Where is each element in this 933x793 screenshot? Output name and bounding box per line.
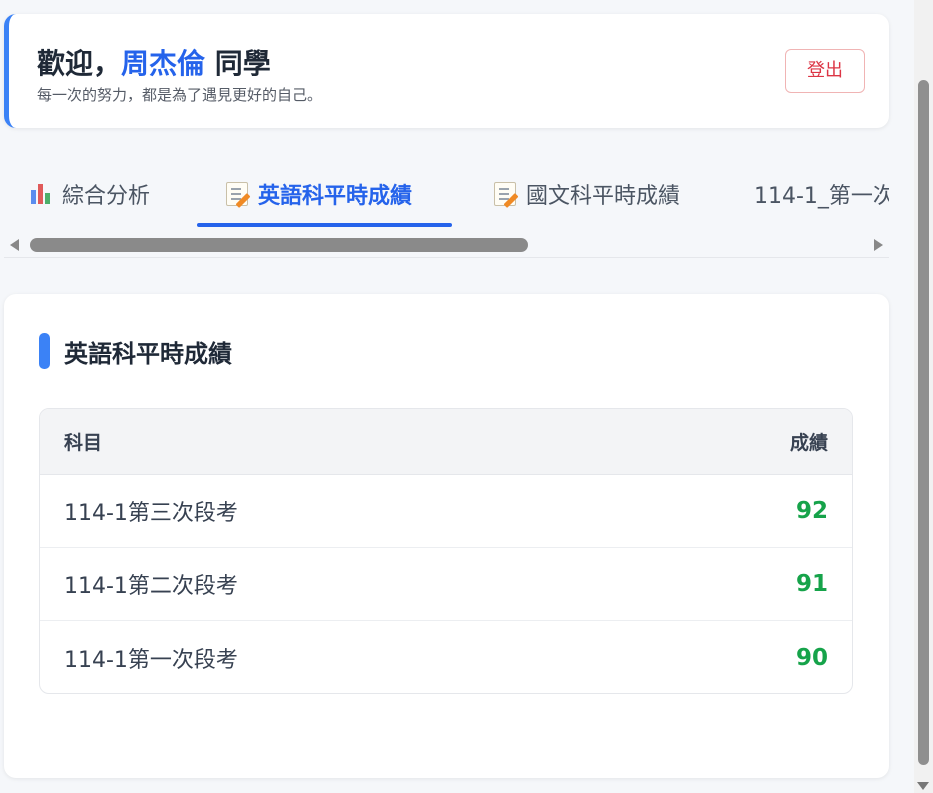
tab-label: 綜合分析 [62, 184, 151, 209]
memo-icon [494, 182, 516, 206]
tab-label: 114-1_第一次 [754, 184, 889, 209]
tab-bar: 綜合分析 英語科平時成績 國文科平時成績 114-1_第一次 [4, 160, 889, 258]
score-column-header: 成績 [789, 432, 828, 454]
tab-english-grades[interactable]: 英語科平時成績 [226, 160, 412, 228]
tab-overview[interactable]: 綜合分析 [30, 160, 150, 228]
row-subject: 114-1第二次段考 [64, 574, 238, 599]
grades-card: 英語科平時成績 科目 成績 114-1第三次段考 92 114-1第二次段考 9… [4, 294, 889, 778]
row-score: 92 [795, 498, 828, 524]
table-row: 114-1第二次段考 91 [40, 548, 852, 621]
grades-table: 科目 成績 114-1第三次段考 92 114-1第二次段考 91 114-1第… [39, 408, 853, 694]
row-subject: 114-1第三次段考 [64, 501, 238, 526]
active-tab-indicator [197, 223, 452, 227]
motto-text: 每一次的努力，都是為了遇見更好的自己。 [37, 86, 323, 104]
tabs-divider [4, 257, 889, 258]
subject-column-header: 科目 [64, 432, 103, 454]
table-header: 科目 成績 [40, 409, 852, 475]
table-row: 114-1第三次段考 92 [40, 475, 852, 548]
table-row: 114-1第一次段考 90 [40, 621, 852, 693]
welcome-heading: 歡迎，周杰倫 同學 [37, 42, 271, 82]
tab-scrollbar[interactable] [4, 236, 889, 254]
row-subject: 114-1第一次段考 [64, 647, 238, 673]
page-scrollbar[interactable] [914, 0, 933, 793]
welcome-card: 歡迎，周杰倫 同學 每一次的努力，都是為了遇見更好的自己。 登出 [4, 14, 889, 128]
bar-chart-icon [30, 182, 52, 206]
scroll-right-icon[interactable] [874, 239, 883, 251]
tab-label: 英語科平時成績 [258, 184, 413, 209]
page-scroll-thumb[interactable] [918, 80, 929, 765]
row-score: 91 [795, 571, 828, 597]
section-accent-bar [39, 333, 50, 369]
scroll-down-icon[interactable] [917, 782, 929, 790]
memo-icon [226, 182, 248, 206]
tab-scroll-thumb[interactable] [30, 238, 528, 252]
section-title: 英語科平時成績 [64, 340, 232, 368]
scroll-left-icon[interactable] [10, 239, 19, 251]
row-score: 90 [795, 644, 828, 671]
student-name: 周杰倫 [121, 47, 206, 80]
welcome-prefix: 歡迎， [37, 47, 122, 80]
tab-exam-1[interactable]: 114-1_第一次 [754, 160, 889, 228]
welcome-suffix: 同學 [205, 47, 271, 80]
page: 歡迎，周杰倫 同學 每一次的努力，都是為了遇見更好的自己。 登出 綜合分析 英語… [0, 0, 914, 793]
tab-chinese-grades[interactable]: 國文科平時成績 [494, 160, 680, 228]
tab-label: 國文科平時成績 [526, 184, 681, 209]
logout-button[interactable]: 登出 [785, 49, 865, 93]
